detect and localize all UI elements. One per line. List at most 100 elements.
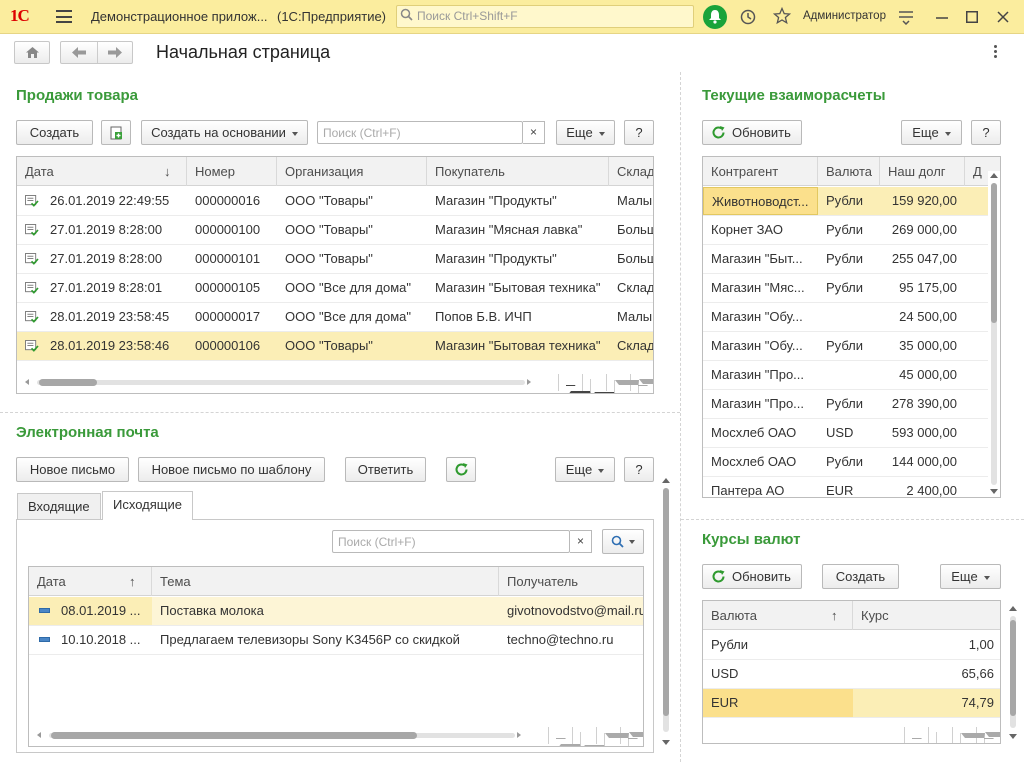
cell-counterparty: Пантера АО bbox=[711, 483, 785, 498]
sales-search-clear-button[interactable]: × bbox=[523, 121, 545, 144]
col-header-currency[interactable]: Валюта ↑ bbox=[703, 601, 853, 630]
mail-refresh-button[interactable] bbox=[446, 457, 476, 482]
cell-counterparty: Животноводст... bbox=[703, 187, 818, 215]
history-icon[interactable] bbox=[739, 8, 757, 26]
sales-copy-button[interactable] bbox=[101, 120, 131, 145]
next-page-icon[interactable] bbox=[953, 727, 985, 743]
col-header-date[interactable]: Дата ↓ bbox=[17, 157, 187, 186]
rates-create-button[interactable]: Создать bbox=[822, 564, 899, 589]
mail-search-input[interactable]: Поиск (Ctrl+F) bbox=[332, 530, 570, 553]
back-arrow-icon[interactable] bbox=[72, 47, 86, 58]
col-header-store[interactable]: Склад bbox=[609, 157, 653, 186]
col-header-number[interactable]: Номер bbox=[187, 157, 277, 186]
settlements-more-button[interactable]: Еще bbox=[901, 120, 962, 145]
table-row[interactable]: Магазин "Обу... Рубли 35 000,00 bbox=[703, 332, 988, 361]
table-row[interactable]: 28.01.2019 23:58:45 000000017 ООО "Все для… bbox=[17, 303, 653, 332]
rates-refresh-button[interactable]: Обновить bbox=[702, 564, 802, 589]
last-page-icon[interactable] bbox=[621, 727, 643, 744]
table-row[interactable]: Магазин "Про... Рубли 278 390,00 bbox=[703, 390, 988, 419]
maximize-icon[interactable] bbox=[966, 11, 978, 23]
prev-page-icon[interactable] bbox=[583, 374, 615, 393]
table-row[interactable]: 26.01.2019 22:49:55 000000016 ООО "Товары"… bbox=[17, 187, 653, 216]
col-header-buyer[interactable]: Покупатель bbox=[427, 157, 609, 186]
right-panel-vertical-scrollbar[interactable] bbox=[1007, 606, 1019, 742]
main-menu-icon[interactable] bbox=[56, 10, 72, 23]
next-page-icon[interactable] bbox=[607, 374, 639, 393]
last-page-icon[interactable] bbox=[977, 727, 1000, 743]
col-header-our-debt[interactable]: Наш долг bbox=[880, 157, 965, 186]
favorites-star-icon[interactable] bbox=[773, 7, 791, 25]
col-header-counterparty[interactable]: Контрагент bbox=[703, 157, 818, 186]
cell-currency: Рубли bbox=[826, 251, 864, 266]
refresh-icon bbox=[455, 463, 468, 476]
mail-search-clear-button[interactable]: × bbox=[570, 530, 592, 553]
cell-date: 26.01.2019 22:49:55 bbox=[50, 193, 170, 208]
table-row[interactable]: USD 65,66 bbox=[703, 660, 1000, 689]
global-search-input[interactable]: Поиск Ctrl+Shift+F bbox=[396, 5, 694, 28]
prev-page-icon[interactable] bbox=[929, 727, 961, 743]
first-page-icon[interactable] bbox=[549, 727, 581, 746]
tab-incoming[interactable]: Входящие bbox=[17, 493, 101, 520]
sales-create-based-button[interactable]: Создать на основании bbox=[141, 120, 308, 145]
last-page-icon[interactable] bbox=[631, 374, 653, 391]
history-nav-buttons bbox=[60, 41, 133, 64]
settlements-refresh-button[interactable]: Обновить bbox=[702, 120, 802, 145]
col-header-rate[interactable]: Курс bbox=[853, 601, 1000, 630]
table-row[interactable]: Животноводст... Рубли 159 920,00 bbox=[703, 187, 988, 216]
sales-search-input[interactable]: Поиск (Ctrl+F) bbox=[317, 121, 523, 144]
col-header-date[interactable]: Дата ↑ bbox=[29, 567, 152, 596]
table-row[interactable]: Пантера АО EUR 2 400,00 bbox=[703, 477, 988, 498]
table-row[interactable]: Магазин "Мяс... Рубли 95 175,00 bbox=[703, 274, 988, 303]
table-row[interactable]: 28.01.2019 23:58:46 000000106 ООО "Товары"… bbox=[17, 332, 653, 361]
more-actions-icon[interactable] bbox=[994, 45, 998, 60]
new-letter-button[interactable]: Новое письмо bbox=[16, 457, 129, 482]
settlements-help-button[interactable]: ? bbox=[971, 120, 1001, 145]
tab-outgoing[interactable]: Исходящие bbox=[102, 491, 193, 520]
first-page-icon[interactable] bbox=[905, 727, 937, 743]
col-header-organization[interactable]: Организация bbox=[277, 157, 427, 186]
sales-create-button[interactable]: Создать bbox=[16, 120, 93, 145]
mail-help-button[interactable]: ? bbox=[624, 457, 654, 482]
col-header-recipient[interactable]: Получатель bbox=[499, 567, 643, 596]
rates-more-button[interactable]: Еще bbox=[940, 564, 1001, 589]
left-panel-vertical-scrollbar[interactable] bbox=[660, 478, 672, 752]
table-row[interactable]: Мосхлеб ОАО Рубли 144 000,00 bbox=[703, 448, 988, 477]
new-letter-template-button[interactable]: Новое письмо по шаблону bbox=[138, 457, 325, 482]
settings-menu-icon[interactable] bbox=[898, 9, 914, 25]
col-header-subject[interactable]: Тема bbox=[152, 567, 499, 596]
first-page-icon[interactable] bbox=[559, 374, 591, 393]
cell-store: Малый bbox=[617, 309, 653, 324]
table-row[interactable]: Мосхлеб ОАО USD 593 000,00 bbox=[703, 419, 988, 448]
table-row[interactable]: 27.01.2019 8:28:00 000000100 ООО "Товары" М… bbox=[17, 216, 653, 245]
table-row[interactable]: Рубли 1,00 bbox=[703, 631, 1000, 660]
table-row[interactable]: EUR 74,79 bbox=[703, 689, 1000, 718]
table-row[interactable]: 08.01.2019 ... Поставка молока givotnovods… bbox=[29, 597, 643, 626]
cell-our-debt: 159 920,00 bbox=[891, 193, 957, 208]
table-row[interactable]: Магазин "Быт... Рубли 255 047,00 bbox=[703, 245, 988, 274]
notifications-bell-icon[interactable] bbox=[703, 5, 727, 29]
table-row[interactable]: Магазин "Про... 45 000,00 bbox=[703, 361, 988, 390]
home-button[interactable] bbox=[14, 41, 50, 64]
close-icon[interactable] bbox=[997, 11, 1009, 23]
reply-button[interactable]: Ответить bbox=[345, 457, 426, 482]
sales-more-button[interactable]: Еще bbox=[556, 120, 615, 145]
user-name[interactable]: Администратор bbox=[803, 10, 886, 22]
cell-currency: Рубли bbox=[826, 222, 864, 237]
next-page-icon[interactable] bbox=[597, 727, 629, 746]
chevron-down-icon bbox=[629, 540, 635, 544]
sales-help-button[interactable]: ? bbox=[624, 120, 654, 145]
minimize-icon[interactable] bbox=[936, 16, 948, 20]
table-row[interactable]: 10.10.2018 ... Предлагаем телевизоры Sony… bbox=[29, 626, 643, 655]
cell-date: 08.01.2019 ... bbox=[61, 603, 141, 618]
prev-page-icon[interactable] bbox=[573, 727, 605, 746]
table-row[interactable]: 27.01.2019 8:28:01 000000105 ООО "Все для … bbox=[17, 274, 653, 303]
cell-counterparty: Магазин "Обу... bbox=[711, 309, 803, 324]
table-row[interactable]: 27.01.2019 8:28:00 000000101 ООО "Товары" М… bbox=[17, 245, 653, 274]
table-row[interactable]: Корнет ЗАО Рубли 269 000,00 bbox=[703, 216, 988, 245]
mail-search-options-button[interactable] bbox=[602, 529, 644, 554]
forward-arrow-icon[interactable] bbox=[108, 47, 122, 58]
mail-more-button[interactable]: Еще bbox=[555, 457, 615, 482]
table-row[interactable]: Магазин "Обу... 24 500,00 bbox=[703, 303, 988, 332]
col-header-currency[interactable]: Валюта bbox=[818, 157, 880, 186]
settlements-vertical-scrollbar[interactable] bbox=[988, 171, 1000, 497]
